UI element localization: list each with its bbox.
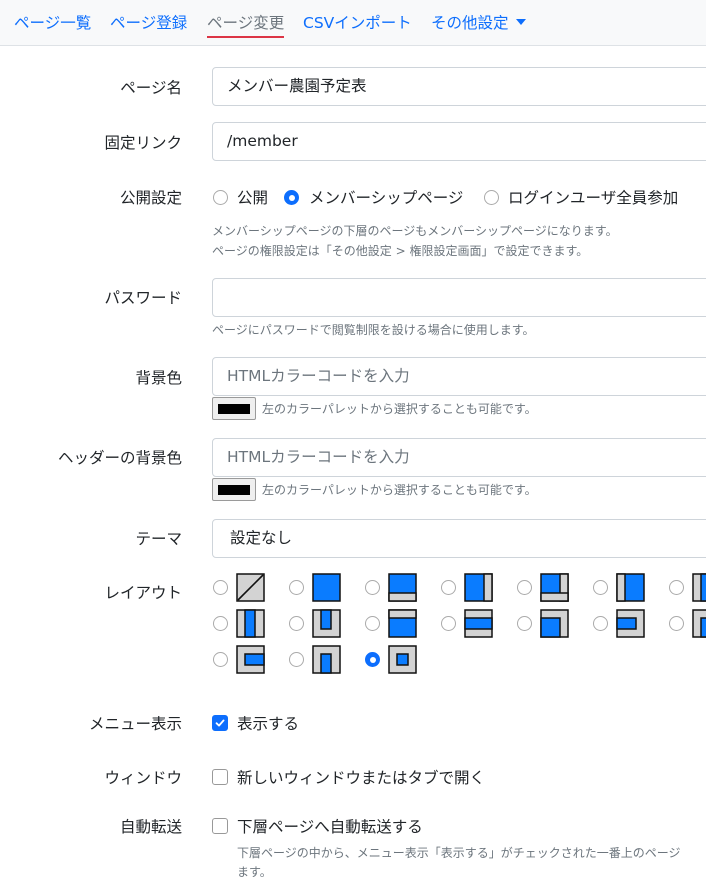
layout-option-1-radio[interactable] (213, 580, 228, 595)
permalink-label: 固定リンク (104, 134, 182, 152)
layout-option-11-icon[interactable] (464, 609, 493, 638)
layout-option-12-icon[interactable] (540, 609, 569, 638)
window-checkbox-label: 新しいウィンドウまたはタブで開く (237, 769, 486, 787)
caret-down-icon (515, 19, 526, 25)
password-input[interactable] (212, 278, 706, 317)
tab-page-list[interactable]: ページ一覧 (14, 11, 91, 33)
layout-option-2-radio[interactable] (289, 580, 304, 595)
header-bg-color-help: 左のカラーパレットから選択することも可能です。 (262, 483, 537, 497)
layout-option-12-radio[interactable] (517, 616, 532, 631)
layout-option-5-icon[interactable] (540, 573, 569, 602)
tab-page-edit[interactable]: ページ変更 (207, 11, 285, 38)
layout-option-6-icon[interactable] (616, 573, 645, 602)
layout-option-3-radio[interactable] (365, 580, 380, 595)
theme-select[interactable]: 設定なし (212, 519, 706, 558)
menu-display-checkbox[interactable] (212, 715, 228, 731)
layout-option-10-radio[interactable] (365, 616, 380, 631)
header-bg-color-input[interactable]: HTMLカラーコードを入力 (212, 438, 706, 477)
bg-color-picker[interactable] (212, 397, 256, 420)
page-tabs: ページ一覧 ページ登録 ページ変更 CSVインポート その他設定 (0, 0, 706, 46)
password-help: ページにパスワードで閲覧制限を設ける場合に使用します。 (212, 323, 535, 337)
window-label: ウィンドウ (104, 769, 182, 787)
permalink-input[interactable]: /member (212, 122, 706, 161)
layout-option-14-radio[interactable] (669, 616, 684, 631)
tab-other-settings-label: その他設定 (431, 14, 509, 32)
layout-option-15-radio[interactable] (213, 652, 228, 667)
layout-option-15-icon[interactable] (236, 645, 265, 674)
auto-redirect-checkbox[interactable] (212, 818, 228, 834)
auto-redirect-help-1: 下層ページの中から、メニュー表示「表示する」がチェックされた一番上のページ (237, 846, 681, 860)
bg-color-help: 左のカラーパレットから選択することも可能です。 (262, 402, 537, 416)
layout-option-10-icon[interactable] (388, 609, 417, 638)
visibility-membership-label: メンバーシップページ (309, 189, 464, 207)
layout-label: レイアウト (104, 584, 182, 602)
layout-option-1-icon[interactable] (236, 573, 265, 602)
visibility-help-2: ページの権限設定は「その他設定 > 権限設定画面」で設定できます。 (212, 244, 589, 258)
visibility-public-label: 公開 (237, 189, 269, 207)
tab-other-settings[interactable]: その他設定 (431, 11, 526, 33)
layout-option-5-radio[interactable] (517, 580, 532, 595)
layout-option-17-icon[interactable] (388, 645, 417, 674)
menu-display-label: メニュー表示 (88, 715, 182, 733)
layout-option-9-icon[interactable] (312, 609, 341, 638)
password-label: パスワード (104, 289, 182, 307)
layout-option-16-icon[interactable] (312, 645, 341, 674)
layout-option-2-icon[interactable] (312, 573, 341, 602)
layout-option-8-icon[interactable] (236, 609, 265, 638)
tab-page-register[interactable]: ページ登録 (110, 11, 187, 33)
auto-redirect-label: 自動転送 (119, 818, 182, 836)
tab-csv-import[interactable]: CSVインポート (303, 11, 412, 33)
bg-color-input[interactable]: HTMLカラーコードを入力 (212, 357, 706, 396)
header-bg-color-picker[interactable] (212, 478, 256, 501)
layout-option-14-icon[interactable] (692, 609, 706, 638)
visibility-help-1: メンバーシップページの下層のページもメンバーシップページになります。 (212, 224, 618, 238)
page-name-label: ページ名 (120, 79, 182, 97)
auto-redirect-help-2: ます。 (237, 865, 272, 879)
visibility-membership-radio[interactable] (284, 190, 299, 205)
layout-option-16-radio[interactable] (289, 652, 304, 667)
layout-option-4-icon[interactable] (464, 573, 493, 602)
layout-option-11-radio[interactable] (441, 616, 456, 631)
layout-option-4-radio[interactable] (441, 580, 456, 595)
theme-label: テーマ (135, 530, 182, 548)
bg-color-label: 背景色 (135, 369, 182, 387)
page-name-input[interactable]: メンバー農園予定表 (212, 67, 706, 106)
layout-option-17-radio[interactable] (365, 652, 380, 667)
check-icon (215, 719, 225, 727)
layout-option-3-icon[interactable] (388, 573, 417, 602)
header-bg-color-label: ヘッダーの背景色 (57, 449, 182, 467)
header-bg-color-swatch (218, 485, 250, 495)
visibility-label: 公開設定 (119, 189, 182, 207)
layout-option-8-radio[interactable] (213, 616, 228, 631)
visibility-login-users-radio[interactable] (484, 190, 499, 205)
layout-option-6-radio[interactable] (593, 580, 608, 595)
visibility-login-users-label: ログインユーザ全員参加 (508, 189, 679, 207)
window-checkbox[interactable] (212, 769, 228, 785)
layout-option-13-icon[interactable] (616, 609, 645, 638)
auto-redirect-checkbox-label: 下層ページへ自動転送する (237, 818, 423, 836)
layout-option-7-icon[interactable] (692, 573, 706, 602)
visibility-public-radio[interactable] (213, 190, 228, 205)
menu-display-checkbox-label: 表示する (237, 715, 300, 733)
layout-option-13-radio[interactable] (593, 616, 608, 631)
layout-option-7-radio[interactable] (669, 580, 684, 595)
bg-color-swatch (218, 404, 250, 414)
layout-option-9-radio[interactable] (289, 616, 304, 631)
